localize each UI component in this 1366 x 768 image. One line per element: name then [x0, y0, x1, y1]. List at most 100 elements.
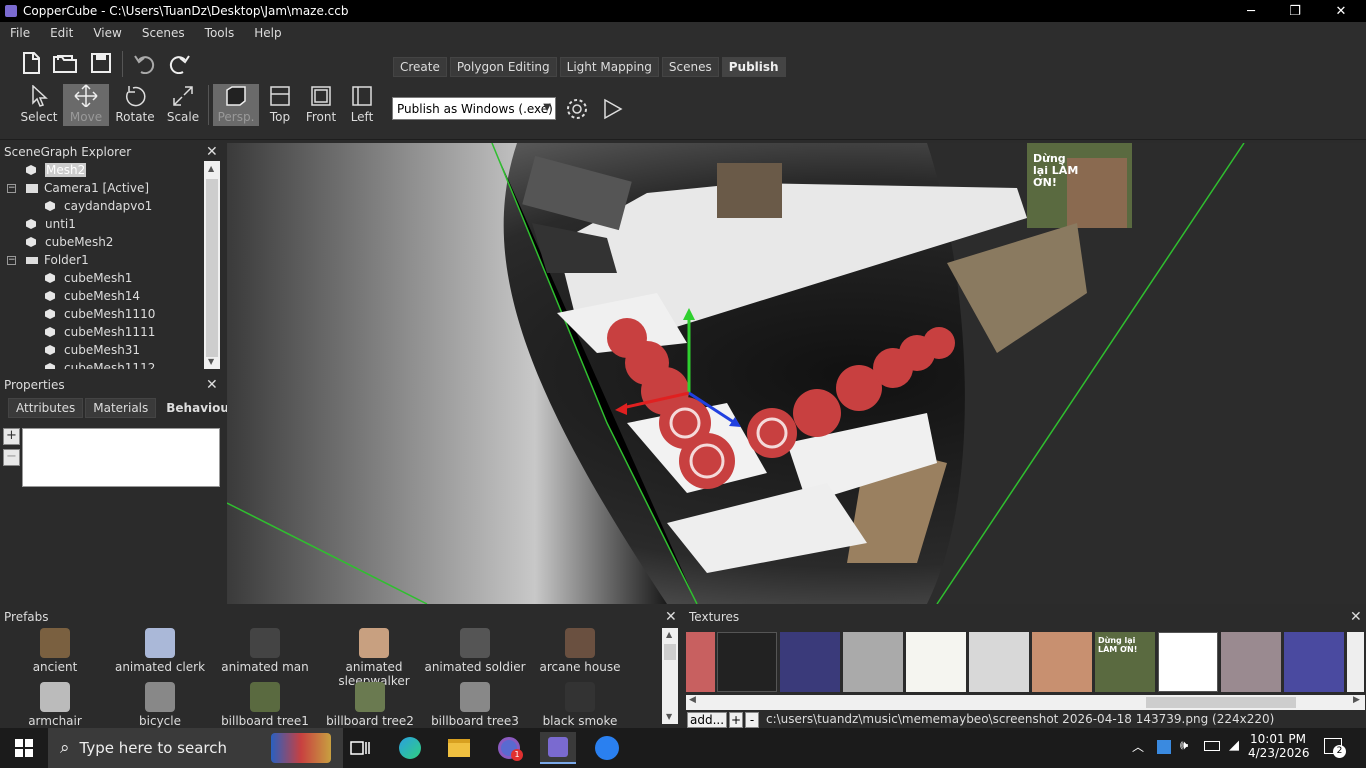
prefab-item[interactable]: billboard tree3: [420, 682, 530, 728]
close-window-button[interactable]: ✕: [1318, 0, 1364, 22]
save-icon[interactable]: [86, 48, 116, 78]
tree-item[interactable]: cubeMesh1112: [2, 359, 220, 369]
prefab-item[interactable]: animated man: [210, 628, 320, 674]
textures-h-scrollbar[interactable]: ◀ ▶: [686, 695, 1365, 710]
tree-item[interactable]: Mesh2: [2, 161, 220, 179]
prefab-item[interactable]: black smoke: [525, 682, 635, 728]
tree-item[interactable]: cubeMesh1111: [2, 323, 220, 341]
menu-help[interactable]: Help: [244, 26, 291, 40]
texture-thumb[interactable]: [780, 632, 840, 692]
texture-thumb[interactable]: [906, 632, 966, 692]
prefab-item[interactable]: arcane house: [525, 628, 635, 674]
zalo-icon[interactable]: [589, 732, 625, 764]
remove-behaviour-button[interactable]: −: [3, 449, 20, 466]
texture-thumb[interactable]: [1347, 632, 1364, 692]
texture-thumb[interactable]: [843, 632, 903, 692]
volume-icon[interactable]: 🕪: [1180, 738, 1188, 753]
scenegraph-scrollbar[interactable]: ▲ ▼: [204, 161, 220, 369]
notification-center-icon[interactable]: 2: [1324, 738, 1346, 758]
scrollbar-thumb[interactable]: [206, 179, 218, 357]
tab-materials[interactable]: Materials: [85, 398, 157, 418]
keyboard-ime-icon[interactable]: [1157, 740, 1171, 754]
tree-item[interactable]: cubeMesh1110: [2, 305, 220, 323]
taskbar-clock[interactable]: 10:01 PM 4/23/2026: [1248, 732, 1310, 760]
prefab-item[interactable]: ancient: [0, 628, 110, 674]
texture-plus-button[interactable]: +: [729, 712, 743, 728]
scenegraph-close-icon[interactable]: ✕: [206, 144, 218, 160]
tab-scenes[interactable]: Scenes: [661, 57, 719, 77]
redo-icon[interactable]: [165, 48, 195, 78]
menu-view[interactable]: View: [83, 26, 131, 40]
texture-minus-button[interactable]: -: [745, 712, 759, 728]
menu-scenes[interactable]: Scenes: [132, 26, 195, 40]
prefab-item[interactable]: animated soldier: [420, 628, 530, 674]
prefab-item[interactable]: animated clerk: [105, 628, 215, 674]
3d-viewport[interactable]: Dừng lại LÀM ƠN!: [227, 143, 1366, 604]
texture-thumb[interactable]: [1032, 632, 1092, 692]
tab-attributes[interactable]: Attributes: [8, 398, 84, 418]
prefabs-scrollbar[interactable]: ▲ ▼: [662, 628, 678, 724]
scroll-left-icon[interactable]: ◀: [689, 695, 696, 705]
perspective-view-button[interactable]: Persp.: [213, 84, 259, 126]
rotate-tool-button[interactable]: Rotate: [112, 84, 158, 126]
move-tool-button[interactable]: Move: [63, 84, 109, 126]
taskbar-search-box[interactable]: ⌕ Type here to search: [48, 728, 343, 768]
chevron-up-icon[interactable]: ︿: [1132, 738, 1144, 755]
new-file-icon[interactable]: [16, 48, 46, 78]
texture-thumb[interactable]: Dừng lại LÀM ƠN!: [1095, 632, 1155, 692]
prefabs-close-icon[interactable]: ✕: [665, 609, 677, 625]
windows-start-icon[interactable]: [6, 732, 42, 764]
texture-thumb[interactable]: [686, 632, 715, 692]
texture-thumb[interactable]: [969, 632, 1029, 692]
tab-polygon-editing[interactable]: Polygon Editing: [449, 57, 557, 77]
wifi-icon[interactable]: ◢: [1229, 738, 1239, 753]
scroll-up-icon[interactable]: ▲: [208, 164, 214, 173]
prefab-item[interactable]: animated sleepwalker: [315, 628, 433, 688]
prefab-item[interactable]: billboard tree1: [210, 682, 320, 728]
menu-file[interactable]: File: [0, 26, 40, 40]
tree-item[interactable]: cubeMesh31: [2, 341, 220, 359]
battery-icon[interactable]: [1204, 741, 1220, 751]
select-tool-button[interactable]: Select: [16, 84, 62, 126]
tree-item[interactable]: cubeMesh2: [2, 233, 220, 251]
prefab-item[interactable]: armchair: [0, 682, 110, 728]
minimize-button[interactable]: ─: [1228, 0, 1274, 22]
coppercube-taskbar-icon[interactable]: [540, 732, 576, 764]
collapse-icon[interactable]: −: [7, 183, 16, 193]
menu-tools[interactable]: Tools: [195, 26, 245, 40]
tree-item[interactable]: cubeMesh14: [2, 287, 220, 305]
publish-settings-gear-icon[interactable]: [562, 94, 592, 124]
tab-publish[interactable]: Publish: [721, 57, 786, 77]
texture-thumb[interactable]: [1221, 632, 1281, 692]
collapse-icon[interactable]: −: [7, 255, 16, 265]
tree-item[interactable]: unti1: [2, 215, 220, 233]
texture-thumb[interactable]: [717, 632, 777, 692]
tree-item[interactable]: − Folder1: [2, 251, 220, 269]
behaviour-list[interactable]: [22, 428, 220, 487]
chrome-browser-icon[interactable]: 1: [491, 732, 527, 764]
tree-item[interactable]: cubeMesh1: [2, 269, 220, 287]
menu-edit[interactable]: Edit: [40, 26, 83, 40]
undo-icon[interactable]: [129, 48, 159, 78]
scrollbar-thumb[interactable]: [664, 644, 676, 660]
prefab-item[interactable]: billboard tree2: [315, 682, 425, 728]
edge-browser-icon[interactable]: [392, 732, 428, 764]
scroll-up-icon[interactable]: ▲: [666, 630, 672, 639]
textures-close-icon[interactable]: ✕: [1350, 609, 1362, 625]
scale-tool-button[interactable]: Scale: [160, 84, 206, 126]
add-texture-button[interactable]: add...: [687, 712, 727, 728]
texture-thumb[interactable]: [1284, 632, 1344, 692]
file-explorer-icon[interactable]: [441, 732, 477, 764]
tree-item[interactable]: caydandapvo1: [2, 197, 220, 215]
tab-create[interactable]: Create: [393, 57, 447, 77]
add-behaviour-button[interactable]: +: [3, 428, 20, 445]
publish-target-select[interactable]: Publish as Windows (.exe) ▼: [392, 97, 556, 120]
front-view-button[interactable]: Front: [298, 84, 344, 126]
scrollbar-thumb[interactable]: [1146, 697, 1296, 708]
maximize-button[interactable]: ❐: [1272, 0, 1318, 22]
tree-item[interactable]: − Camera1 [Active]: [2, 179, 220, 197]
tab-light-mapping[interactable]: Light Mapping: [559, 57, 659, 77]
open-folder-icon[interactable]: [50, 48, 80, 78]
play-publish-icon[interactable]: [597, 94, 627, 124]
left-view-button[interactable]: Left: [339, 84, 385, 126]
